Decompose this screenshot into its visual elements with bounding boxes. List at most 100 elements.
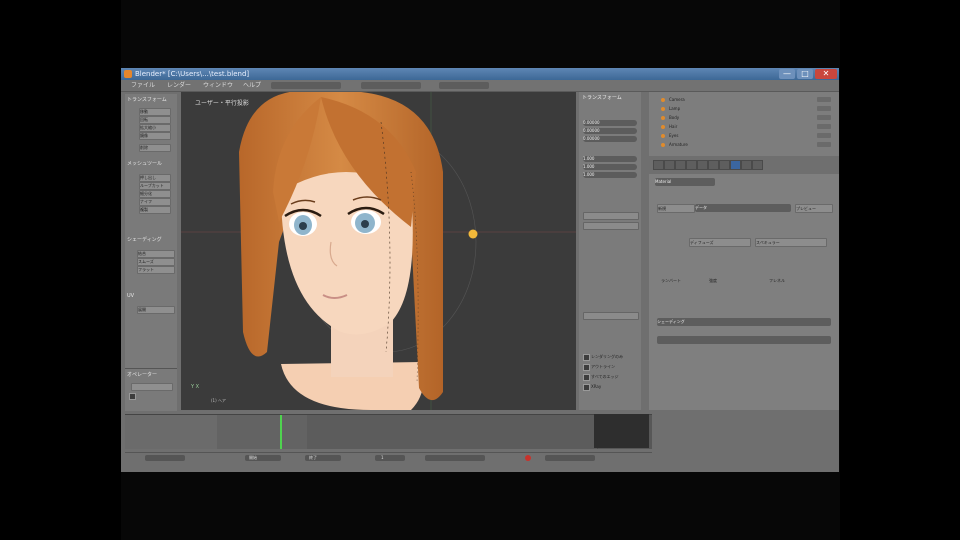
menu-render[interactable]: レンダー bbox=[167, 80, 191, 91]
title-bar[interactable]: Blender* [C:\Users\...\test.blend] — □ ✕ bbox=[121, 68, 839, 80]
material-data-field[interactable]: データ bbox=[695, 204, 791, 212]
redo-header[interactable]: オペレーター bbox=[127, 371, 175, 379]
record-icon[interactable] bbox=[525, 455, 531, 461]
outliner-row[interactable]: Body bbox=[661, 114, 831, 121]
display-only-render-label: レンダリングのみ bbox=[591, 354, 623, 359]
tab-world[interactable] bbox=[675, 160, 686, 170]
outliner-row[interactable]: Eyes bbox=[661, 132, 831, 139]
timeline-track bbox=[307, 415, 598, 449]
shading-button[interactable] bbox=[583, 212, 639, 220]
tool-knife-button[interactable]: ナイフ bbox=[139, 198, 171, 206]
tab-data[interactable] bbox=[719, 160, 730, 170]
menu-window[interactable]: ウィンドウ bbox=[203, 80, 233, 91]
minimize-button[interactable]: — bbox=[779, 69, 795, 79]
location-y-field[interactable]: 0.00000 bbox=[583, 128, 637, 134]
tool-mirror-button[interactable]: 鏡像 bbox=[139, 132, 171, 140]
all-edges-label: すべてのエッジ bbox=[591, 374, 619, 379]
xray-label: XRay bbox=[591, 384, 602, 389]
playback-controls[interactable] bbox=[425, 455, 485, 461]
start-frame-label: 開始 bbox=[249, 455, 257, 460]
tool-section-mesh[interactable]: メッシュツール bbox=[127, 160, 175, 168]
menu-help[interactable]: ヘルプ bbox=[243, 80, 261, 91]
xray-checkbox[interactable] bbox=[583, 384, 590, 391]
tool-rotate-button[interactable]: 回転 bbox=[139, 116, 171, 124]
redo-field[interactable] bbox=[131, 383, 173, 391]
timeline-track bbox=[217, 415, 308, 449]
outliner: Camera Lamp Body Hair Eyes Armature bbox=[649, 92, 839, 156]
letterbox-left bbox=[0, 0, 121, 540]
current-frame-field[interactable] bbox=[375, 455, 405, 461]
window-title: Blender* [C:\Users\...\test.blend] bbox=[135, 70, 250, 78]
material-slot-button[interactable] bbox=[583, 312, 639, 320]
render-engine-field[interactable] bbox=[439, 82, 489, 89]
scene-field[interactable] bbox=[361, 82, 421, 89]
tab-scene[interactable] bbox=[664, 160, 675, 170]
scale-z-field[interactable]: 1.000 bbox=[583, 172, 637, 178]
menu-file[interactable]: ファイル bbox=[131, 80, 155, 91]
tool-flat-button[interactable]: フラット bbox=[137, 266, 175, 274]
timeline[interactable] bbox=[125, 414, 652, 449]
axis-gizmo: Y X bbox=[191, 384, 200, 390]
visibility-icon[interactable] bbox=[817, 115, 831, 120]
screen-layout-field[interactable] bbox=[271, 82, 341, 89]
scale-y-field[interactable]: 1.000 bbox=[583, 164, 637, 170]
playhead[interactable] bbox=[280, 415, 282, 449]
visibility-icon[interactable] bbox=[817, 133, 831, 138]
specular-button[interactable]: スペキュラー bbox=[755, 238, 827, 247]
visibility-icon[interactable] bbox=[817, 142, 831, 147]
scale-x-field[interactable]: 1.000 bbox=[583, 156, 637, 162]
location-x-field[interactable]: 0.00000 bbox=[583, 120, 637, 126]
tool-unwrap-button[interactable]: 展開 bbox=[137, 306, 175, 314]
tool-loopcut-button[interactable]: ループカット bbox=[139, 182, 171, 190]
display-only-render-checkbox[interactable] bbox=[583, 354, 590, 361]
tab-texture[interactable] bbox=[741, 160, 752, 170]
3d-viewport[interactable]: ユーザー・平行投影 Y X (1) ヘア bbox=[181, 92, 576, 410]
tool-duplicate-button[interactable]: 複製 bbox=[139, 206, 171, 214]
tool-section-shading[interactable]: シェーディング bbox=[127, 236, 175, 244]
tool-section-transform[interactable]: トランスフォーム bbox=[127, 96, 175, 104]
outliner-row[interactable]: Armature bbox=[661, 141, 831, 148]
tab-material[interactable] bbox=[730, 160, 741, 170]
material-name-field[interactable]: Material bbox=[655, 178, 715, 186]
tool-section-uv[interactable]: UV bbox=[127, 292, 175, 300]
outline-label: アウトライン bbox=[591, 364, 615, 369]
all-edges-checkbox[interactable] bbox=[583, 374, 590, 381]
outliner-row[interactable]: Lamp bbox=[661, 105, 831, 112]
tool-subdivide-button[interactable]: 細分化 bbox=[139, 190, 171, 198]
redo-checkbox[interactable] bbox=[129, 393, 136, 400]
object-icon bbox=[661, 134, 665, 138]
tab-render[interactable] bbox=[653, 160, 664, 170]
view-menu[interactable] bbox=[145, 455, 185, 461]
tool-delete-button[interactable]: 削除 bbox=[139, 144, 171, 152]
tab-particles[interactable] bbox=[752, 160, 763, 170]
view-button[interactable] bbox=[583, 222, 639, 230]
shading-field[interactable]: シェーディング bbox=[657, 318, 831, 326]
location-z-field[interactable]: 0.00000 bbox=[583, 136, 637, 142]
close-button[interactable]: ✕ bbox=[815, 69, 837, 79]
outliner-row[interactable]: Hair bbox=[661, 123, 831, 130]
props-header[interactable]: トランスフォーム bbox=[582, 95, 638, 102]
tool-scale-button[interactable]: 拡大縮小 bbox=[139, 124, 171, 132]
menu-bar: ファイル レンダー ウィンドウ ヘルプ bbox=[121, 80, 839, 92]
material-new-button[interactable]: 新規 bbox=[657, 204, 695, 213]
diffuse-button[interactable]: ディフューズ bbox=[689, 238, 751, 247]
material-preview-button[interactable]: プレビュー bbox=[795, 204, 833, 213]
outline-checkbox[interactable] bbox=[583, 364, 590, 371]
tool-smooth-button[interactable]: スムーズ bbox=[137, 258, 175, 266]
visibility-icon[interactable] bbox=[817, 106, 831, 111]
visibility-icon[interactable] bbox=[817, 124, 831, 129]
tab-constraints[interactable] bbox=[697, 160, 708, 170]
tool-extrude-button[interactable]: 押し出し bbox=[139, 174, 171, 182]
redo-panel: オペレーター bbox=[125, 368, 177, 411]
intensity-row: 強度 bbox=[709, 278, 717, 283]
keying-set-field[interactable] bbox=[545, 455, 595, 461]
maximize-button[interactable]: □ bbox=[797, 69, 813, 79]
tool-join-button[interactable]: 結合 bbox=[137, 250, 175, 258]
tab-object[interactable] bbox=[686, 160, 697, 170]
tool-translate-button[interactable]: 移動 bbox=[139, 108, 171, 116]
outliner-row[interactable]: Camera bbox=[661, 96, 831, 103]
transparency-field[interactable] bbox=[657, 336, 831, 344]
tab-modifiers[interactable] bbox=[708, 160, 719, 170]
visibility-icon[interactable] bbox=[817, 97, 831, 102]
viewport-label: ユーザー・平行投影 bbox=[195, 100, 249, 107]
